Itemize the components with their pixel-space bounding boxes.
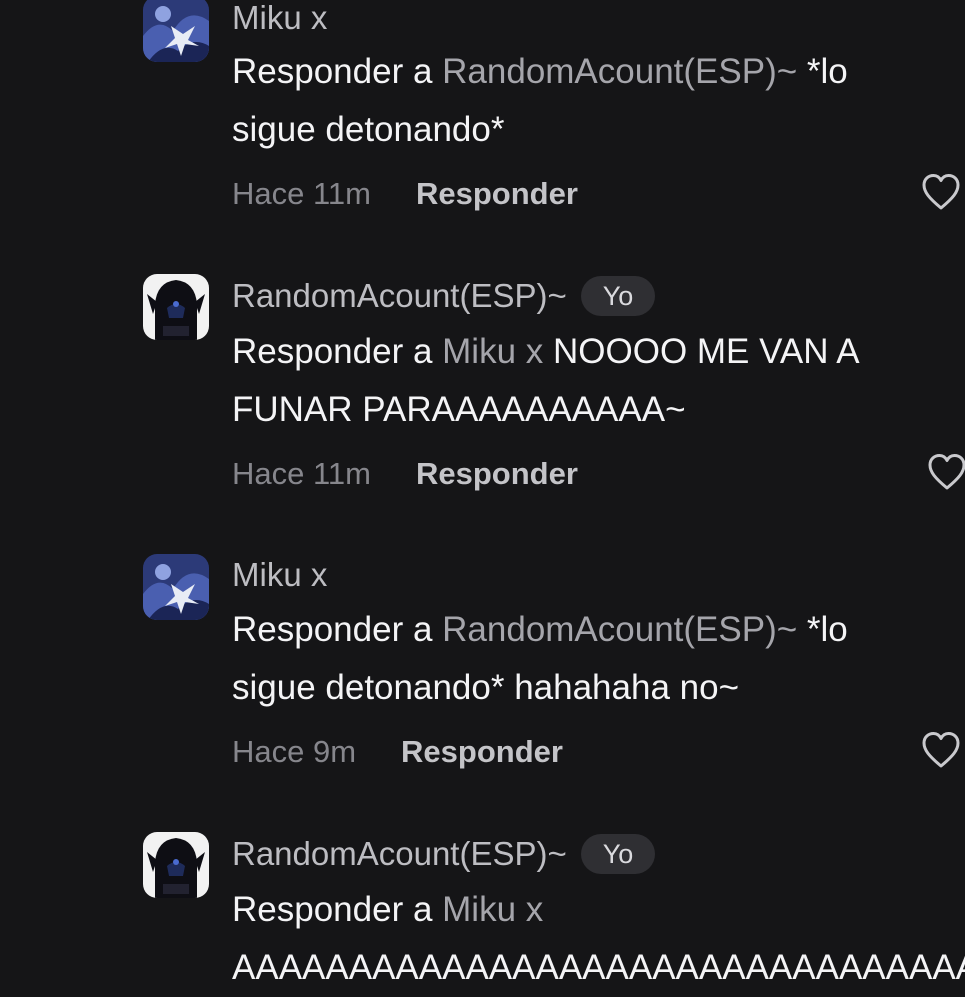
timestamp: Hace 11m: [232, 176, 371, 211]
reply-prefix: Responder a: [232, 332, 443, 371]
random-avatar-image: [143, 832, 209, 898]
comment-line: Responder a Miku x: [232, 881, 965, 939]
author-line: Miku x: [232, 555, 327, 595]
comment-meta: Hace 11m Responder: [232, 174, 578, 214]
comment-text: NOOOO ME VAN A: [543, 332, 860, 371]
author-name[interactable]: Miku x: [232, 556, 327, 594]
comment-body: Responder a Miku x AAAAAAAAAAAAAAAAAAAAA…: [232, 881, 965, 997]
reply-button[interactable]: Responder: [416, 456, 578, 492]
miku-avatar-image: [143, 554, 209, 620]
reply-prefix: Responder a: [232, 52, 443, 91]
timestamp: Hace 9m: [232, 734, 357, 769]
reply-target-mention[interactable]: RandomAcount(ESP)~: [442, 52, 797, 91]
reply-target-mention[interactable]: Miku x: [442, 890, 543, 929]
author-line: Miku x: [232, 0, 327, 38]
reply-prefix: Responder a: [232, 610, 443, 649]
comment-body: Responder a RandomAcount(ESP)~ *lo sigue…: [232, 43, 932, 159]
comment-line: sigue detonando*: [232, 110, 505, 149]
self-badge: Yo: [580, 834, 656, 874]
timestamp: Hace 11m: [232, 456, 371, 491]
reply-button[interactable]: Responder: [416, 176, 578, 212]
self-badge: Yo: [580, 276, 656, 316]
comment-text: *lo: [797, 610, 848, 649]
comment-line: Responder a RandomAcount(ESP)~ *lo: [232, 43, 932, 101]
random-avatar-image: [143, 274, 209, 340]
user-avatar[interactable]: [143, 0, 209, 62]
author-name[interactable]: RandomAcount(ESP)~: [232, 277, 567, 315]
heart-outline-icon[interactable]: [927, 453, 965, 491]
miku-avatar-image: [143, 0, 209, 62]
user-avatar[interactable]: [143, 554, 209, 620]
author-line: RandomAcount(ESP)~ Yo: [232, 276, 656, 316]
comment-line: sigue detonando* hahahaha no~: [232, 668, 740, 707]
comment-meta: Hace 9m Responder: [232, 732, 563, 772]
heart-outline-icon[interactable]: [921, 731, 961, 769]
reply-prefix: Responder a: [232, 890, 443, 929]
author-line: RandomAcount(ESP)~ Yo: [232, 834, 656, 874]
comment-line: Responder a RandomAcount(ESP)~ *lo: [232, 601, 932, 659]
user-avatar[interactable]: [143, 274, 209, 340]
comment-line: Responder a Miku x NOOOO ME VAN A: [232, 323, 932, 381]
comment-body: Responder a RandomAcount(ESP)~ *lo sigue…: [232, 601, 932, 717]
user-avatar[interactable]: [143, 832, 209, 898]
reply-target-mention[interactable]: RandomAcount(ESP)~: [442, 610, 797, 649]
comment-meta: Hace 11m Responder: [232, 454, 578, 494]
reply-button[interactable]: Responder: [401, 734, 563, 770]
comment-line: FUNAR PARAAAAAAAAAA~: [232, 390, 686, 429]
comment-line: AAAAAAAAAAAAAAAAAAAAAAAAAAAAAAAAAA: [232, 948, 965, 987]
heart-outline-icon[interactable]: [921, 173, 961, 211]
reply-target-mention[interactable]: Miku x: [442, 332, 543, 371]
author-name[interactable]: Miku x: [232, 0, 327, 37]
author-name[interactable]: RandomAcount(ESP)~: [232, 835, 567, 873]
comment-body: Responder a Miku x NOOOO ME VAN A FUNAR …: [232, 323, 932, 439]
comment-text: *lo: [797, 52, 848, 91]
